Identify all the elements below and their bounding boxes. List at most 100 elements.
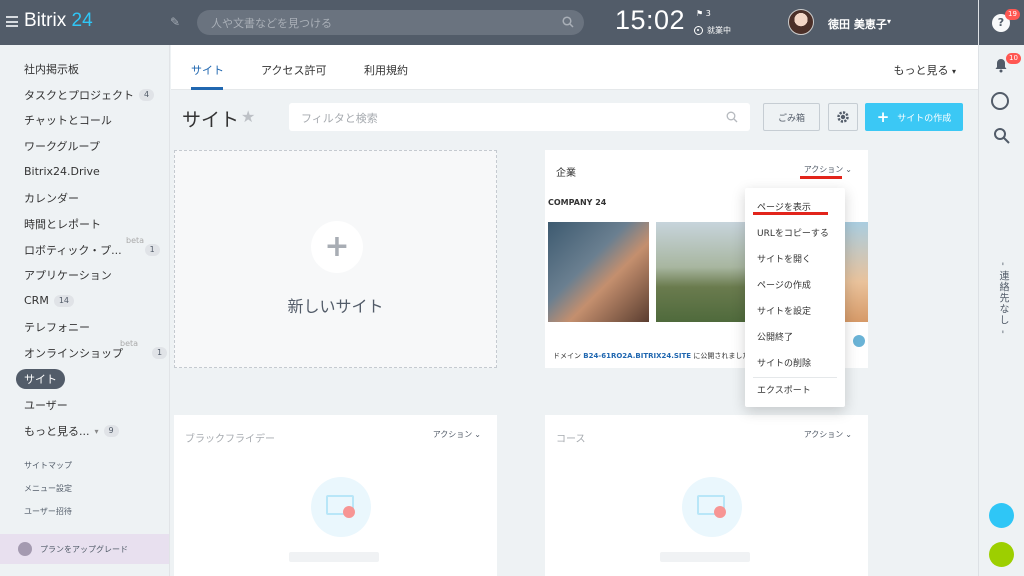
more-label: もっと見る <box>893 64 949 77</box>
menu-item-delete-site[interactable]: サイトの削除 <box>745 351 845 377</box>
more-menu[interactable]: もっと見る ▾ <box>893 62 956 78</box>
sidebar-item-sites[interactable]: サイト <box>16 369 65 389</box>
create-site-button[interactable]: + サイトの作成 <box>865 103 963 131</box>
pencil-icon[interactable]: ✎ <box>170 15 184 29</box>
sidebar-item-label: タスクとプロジェクト <box>24 89 134 102</box>
sidebar-item-crm[interactable]: CRM 14 <box>24 294 75 307</box>
sidebar-item-label: CRM <box>24 294 49 307</box>
site-card-course[interactable]: コース アクション ⌄ <box>545 415 868 576</box>
preview-image-1 <box>548 222 649 322</box>
menu-item-copy-url[interactable]: URLをコピーする <box>745 221 845 247</box>
sidebar-item-workgroups[interactable]: ワークグループ <box>24 138 100 154</box>
tab-sites[interactable]: サイト <box>191 62 224 78</box>
filter-placeholder: フィルタと検索 <box>301 112 378 125</box>
chat-icon[interactable] <box>991 92 1009 110</box>
sidebar-item-label: アプリケーション <box>24 269 112 282</box>
actions-label: アクション <box>803 165 844 174</box>
tab-access[interactable]: アクセス許可 <box>261 62 326 78</box>
sidebar-item-drive[interactable]: Bitrix24.Drive <box>24 165 100 178</box>
annotation-underline <box>753 212 828 215</box>
search-icon <box>562 16 574 28</box>
counter-badge: 4 <box>139 89 155 101</box>
phone-icon[interactable] <box>989 542 1014 567</box>
chevron-down-icon: ▾ <box>94 426 99 436</box>
menu-icon[interactable] <box>6 16 18 27</box>
site-actions-menu[interactable]: アクション ⌄ <box>804 429 852 440</box>
work-status[interactable]: 就業中 <box>694 25 731 36</box>
site-card-title: コース <box>556 434 586 445</box>
domain-suffix: に公開されました <box>693 352 750 360</box>
user-name[interactable]: 徳田 美恵子 <box>828 16 887 32</box>
top-bar: Bitrix 24 ✎ 人や文書などを見つける 15:02 ⚑ 3 就業中 徳田… <box>0 0 978 45</box>
sidebar-item-label: ロボティック・プ... <box>24 244 122 257</box>
site-card-title: 企業 <box>556 168 576 179</box>
sidebar-item-rpa[interactable]: ロボティック・プ... beta 1 <box>24 236 160 258</box>
sidebar-item-time-reports[interactable]: 時間とレポート <box>24 216 101 232</box>
sidebar-item-calendar[interactable]: カレンダー <box>24 190 79 206</box>
chevron-down-icon: ⌄ <box>845 165 852 174</box>
flag-counter[interactable]: ⚑ 3 <box>696 9 711 18</box>
tab-terms[interactable]: 利用規約 <box>364 62 408 78</box>
logo-number: 24 <box>71 10 93 31</box>
sidebar-item-users[interactable]: ユーザー <box>24 397 68 413</box>
site-card-black-friday[interactable]: ブラックフライデー アクション ⌄ <box>174 415 497 576</box>
site-actions-menu[interactable]: アクション ⌄ <box>433 429 481 440</box>
actions-label: アクション <box>803 430 844 439</box>
menu-item-unpublish[interactable]: 公開終了 <box>745 325 845 351</box>
sidebar-item-label: カレンダー <box>24 192 79 205</box>
sitemap-link[interactable]: サイトマップ <box>24 460 72 471</box>
preview-image-3 <box>845 222 868 322</box>
counter-badge: 14 <box>53 294 75 307</box>
gear-icon <box>837 111 849 123</box>
menu-item-create-page[interactable]: ページの作成 <box>745 273 845 299</box>
star-icon[interactable]: ★ <box>241 107 255 126</box>
sidebar-item-feed[interactable]: 社内掲示板 <box>24 61 79 77</box>
site-actions-menu[interactable]: アクション ⌄ <box>804 164 852 175</box>
menu-item-open-site[interactable]: サイトを開く <box>745 247 845 273</box>
global-search-input[interactable]: 人や文書などを見つける <box>197 10 584 35</box>
clock[interactable]: 15:02 <box>615 5 685 36</box>
trash-button[interactable]: ごみ箱 <box>763 103 820 131</box>
sidebar-item-applications[interactable]: アプリケーション <box>24 267 112 283</box>
sidebar-item-chat[interactable]: チャットとコール <box>24 112 112 128</box>
notification-badge: 10 <box>1006 53 1021 64</box>
help-badge: 19 <box>1005 9 1020 20</box>
search-icon[interactable] <box>993 127 1011 145</box>
no-preview-icon <box>311 477 371 537</box>
active-tab-indicator <box>191 87 223 90</box>
flag-icon: ⚑ <box>696 9 704 18</box>
chevron-down-icon[interactable]: ▾ <box>887 17 891 26</box>
sidebar-item-telephony[interactable]: テレフォニー <box>24 319 90 335</box>
actions-label: アクション <box>432 430 473 439</box>
sidebar-item-label: オンラインショップ <box>24 347 123 360</box>
main-content: サイト アクセス許可 利用規約 もっと見る ▾ サイト ★ フィルタと検索 ごみ… <box>171 45 978 576</box>
sidebar-item-label: 時間とレポート <box>24 218 101 231</box>
filter-search-input[interactable]: フィルタと検索 <box>289 103 750 131</box>
new-site-card[interactable]: + 新しいサイト <box>174 150 497 368</box>
sidebar-item-online-shop[interactable]: オンラインショップ beta 1 <box>24 339 168 361</box>
preview-image-2 <box>656 222 751 322</box>
settings-button[interactable] <box>828 103 858 131</box>
logo[interactable]: Bitrix 24 <box>24 10 93 32</box>
preview-brand: COMPANY 24 <box>548 198 607 207</box>
menu-settings-link[interactable]: メニュー設定 <box>24 483 72 494</box>
sidebar-item-label: 社内掲示板 <box>24 63 79 76</box>
menu-item-site-settings[interactable]: サイトを設定 <box>745 299 845 325</box>
menu-item-view-pages[interactable]: ページを表示 <box>745 195 845 221</box>
open-lines-icon[interactable] <box>989 503 1014 528</box>
sidebar-item-tasks[interactable]: タスクとプロジェクト 4 <box>24 87 155 103</box>
annotation-underline <box>800 176 842 179</box>
sidebar-item-more[interactable]: もっと見る... ▾ 9 <box>24 423 119 439</box>
beta-label: beta <box>126 236 145 245</box>
sidebar: 社内掲示板 タスクとプロジェクト 4 チャットとコール ワークグループ Bitri… <box>0 45 170 576</box>
invite-users-link[interactable]: ユーザー招待 <box>24 506 72 517</box>
domain-link[interactable]: B24-61RO2A.BITRIX24.SITE <box>583 352 691 360</box>
plus-icon: + <box>324 229 350 264</box>
new-site-label: 新しいサイト <box>287 297 384 316</box>
menu-item-export[interactable]: エクスポート <box>745 378 845 404</box>
search-placeholder: 人や文書などを見つける <box>211 17 332 30</box>
chevron-down-icon: ⌄ <box>474 430 481 439</box>
avatar[interactable] <box>788 9 814 35</box>
upgrade-button[interactable]: プランをアップグレード <box>0 534 169 564</box>
flag-count: 3 <box>705 9 711 18</box>
